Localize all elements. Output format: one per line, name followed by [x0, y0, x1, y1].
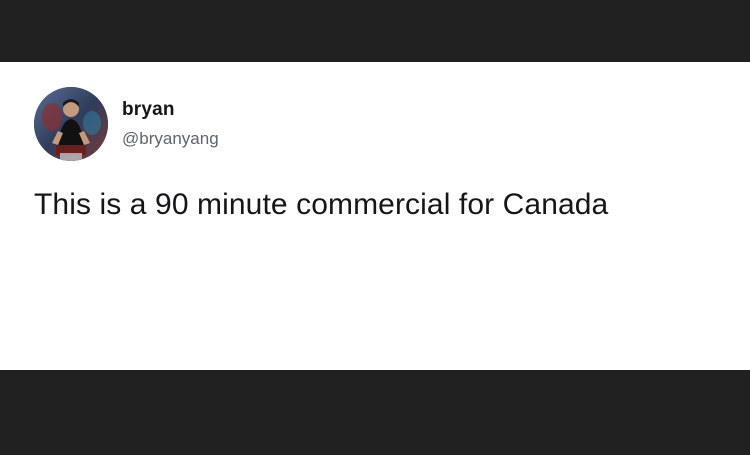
- profile-photo-icon: [34, 87, 108, 161]
- user-handle[interactable]: @bryanyang: [122, 129, 219, 149]
- avatar[interactable]: [34, 87, 108, 161]
- display-name[interactable]: bryan: [122, 99, 175, 121]
- screenshot-frame: bryan @bryanyang This is a 90 minute com…: [0, 0, 750, 455]
- tweet-card[interactable]: bryan @bryanyang This is a 90 minute com…: [0, 62, 750, 370]
- tweet-text: This is a 90 minute commercial for Canad…: [34, 188, 609, 221]
